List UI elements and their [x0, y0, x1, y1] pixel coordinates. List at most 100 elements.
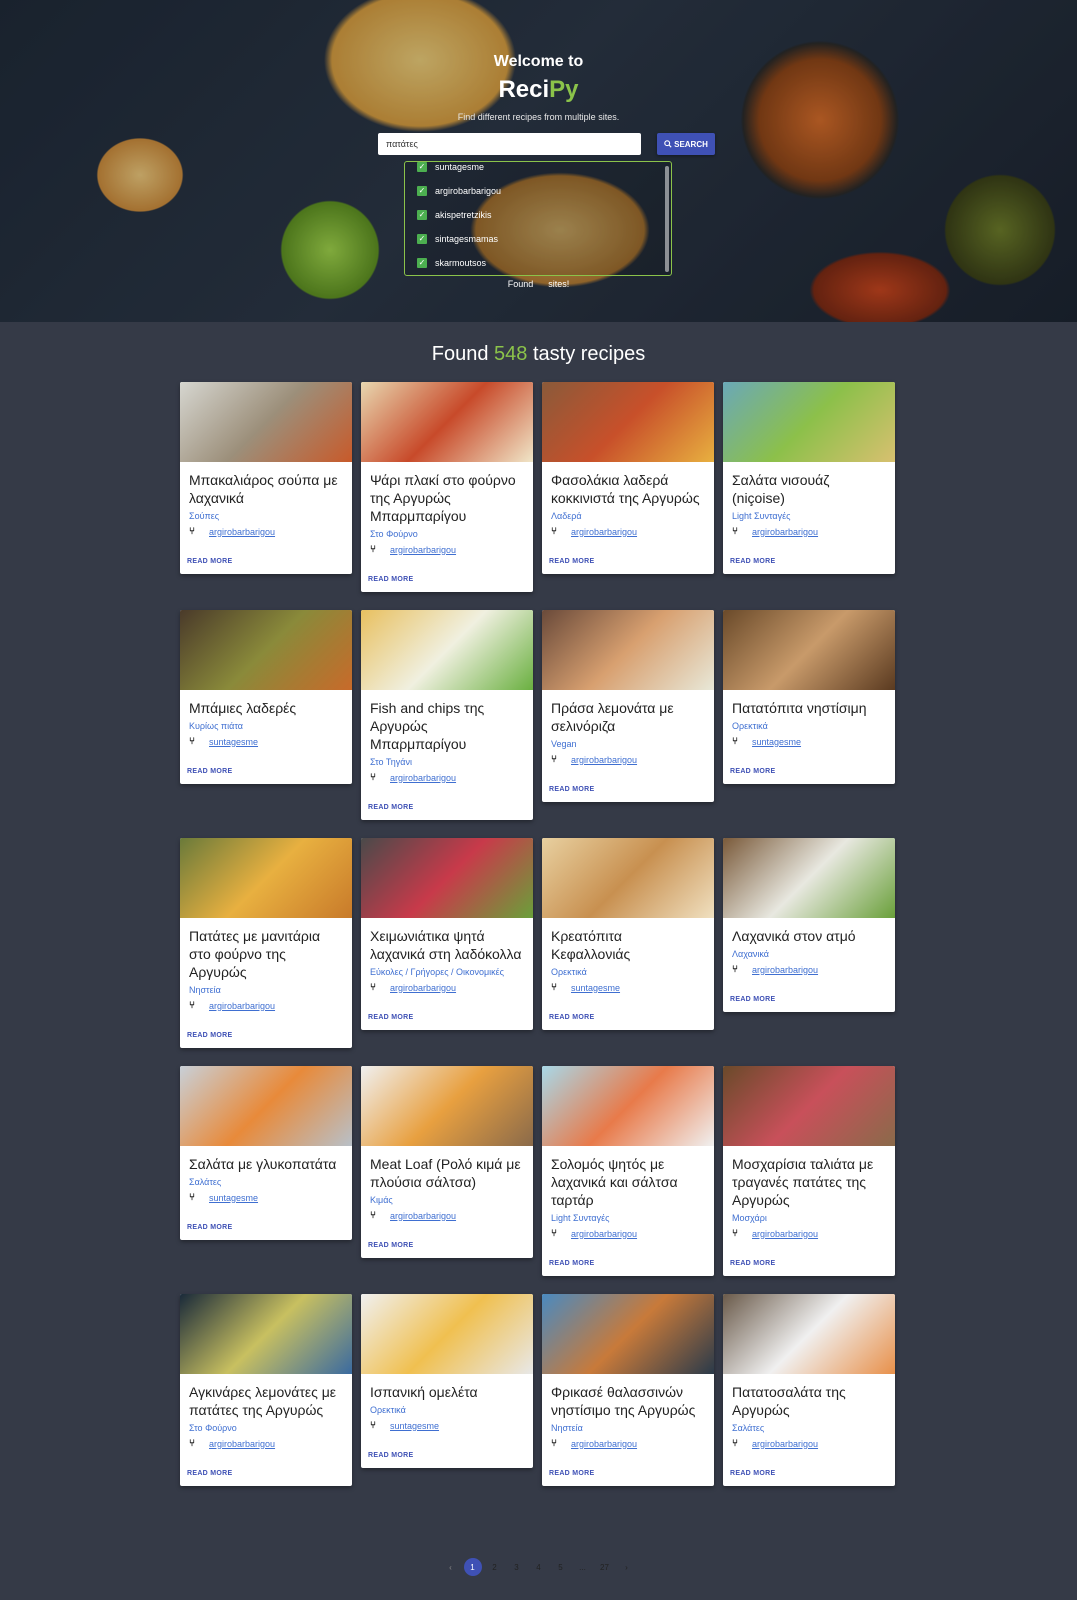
recipe-source-link[interactable]: argirobarbarigou [571, 755, 637, 765]
recipe-card[interactable]: Φρικασέ θαλασσινών νηστίσιμο της Αργυρώς… [542, 1294, 714, 1486]
recipe-card[interactable]: Φασολάκια λαδερά κοκκινιστά της Αργυρώς Λ… [542, 382, 714, 574]
recipe-image[interactable] [361, 610, 533, 690]
site-option[interactable]: ✓ suntagesme [417, 162, 484, 174]
recipe-image[interactable] [542, 838, 714, 918]
recipe-source-link[interactable]: argirobarbarigou [752, 1229, 818, 1239]
recipe-source-link[interactable]: argirobarbarigou [209, 1439, 275, 1449]
read-more-button[interactable]: READ MORE [723, 558, 895, 574]
read-more-button[interactable]: READ MORE [542, 786, 714, 802]
read-more-button[interactable]: READ MORE [723, 1470, 895, 1486]
recipe-card[interactable]: Σαλάτα νισουάζ (niçoise) Light Συνταγές ⑂ a… [723, 382, 895, 574]
recipe-image[interactable] [180, 382, 352, 462]
read-more-button[interactable]: READ MORE [180, 558, 352, 574]
recipe-card[interactable]: Μπάμιες λαδερές Κυρίως πιάτα ⑂ suntagesme RE… [180, 610, 352, 784]
read-more-button[interactable]: READ MORE [723, 996, 895, 1012]
page-button[interactable]: 4 [530, 1558, 548, 1576]
recipe-source-link[interactable]: argirobarbarigou [209, 1001, 275, 1011]
recipe-source-link[interactable]: suntagesme [752, 737, 801, 747]
recipe-source-link[interactable]: argirobarbarigou [571, 1229, 637, 1239]
site-option[interactable]: ✓ akispetretzikis [417, 208, 492, 222]
read-more-button[interactable]: READ MORE [542, 1470, 714, 1486]
search-button[interactable]: SEARCH [657, 133, 715, 155]
recipe-source-link[interactable]: argirobarbarigou [571, 1439, 637, 1449]
recipe-image[interactable] [180, 838, 352, 918]
recipe-image[interactable] [361, 838, 533, 918]
page-button[interactable]: 5 [552, 1558, 570, 1576]
next-page-icon[interactable]: › [618, 1558, 636, 1576]
recipe-image[interactable] [361, 382, 533, 462]
recipe-source-link[interactable]: argirobarbarigou [390, 773, 456, 783]
checkbox-checked-icon[interactable]: ✓ [417, 258, 427, 268]
read-more-button[interactable]: READ MORE [723, 768, 895, 784]
checkbox-checked-icon[interactable]: ✓ [417, 210, 427, 220]
recipe-image[interactable] [723, 610, 895, 690]
recipe-card[interactable]: Σαλάτα με γλυκοπατάτα Σαλάτες ⑂ suntagesme R… [180, 1066, 352, 1240]
recipe-image[interactable] [361, 1294, 533, 1374]
read-more-button[interactable]: READ MORE [723, 1260, 895, 1276]
recipe-source-link[interactable]: suntagesme [390, 1421, 439, 1431]
read-more-button[interactable]: READ MORE [542, 558, 714, 574]
recipe-card[interactable]: Fish and chips της Αργυρώς Μπαρμπαρίγου Σ… [361, 610, 533, 820]
recipe-source-link[interactable]: argirobarbarigou [752, 965, 818, 975]
recipe-image[interactable] [723, 1066, 895, 1146]
recipe-image[interactable] [723, 1294, 895, 1374]
site-filter-list[interactable]: ✓ suntagesme ✓ argirobarbarigou ✓ akispetre… [404, 161, 672, 276]
recipe-card[interactable]: Χειμωνιάτικα ψητά λαχανικά στη λαδόκολλα… [361, 838, 533, 1030]
recipe-card[interactable]: Πράσα λεμονάτα με σελινόριζα Vegan ⑂ argiro… [542, 610, 714, 802]
recipe-source-link[interactable]: argirobarbarigou [571, 527, 637, 537]
read-more-button[interactable]: READ MORE [361, 1014, 533, 1030]
read-more-button[interactable]: READ MORE [361, 1242, 533, 1258]
recipe-image[interactable] [180, 1294, 352, 1374]
search-input[interactable]: πατάτες [378, 133, 641, 155]
site-option[interactable]: ✓ argirobarbarigou [417, 184, 501, 198]
recipe-card[interactable]: Αγκινάρες λεμονάτες με πατάτες της Αργυρ… [180, 1294, 352, 1486]
site-option[interactable]: ✓ sintagesmamas [417, 232, 498, 246]
recipe-card[interactable]: Λαχανικά στον ατμό Λαχανικά ⑂ argirobarbari… [723, 838, 895, 1012]
read-more-button[interactable]: READ MORE [542, 1260, 714, 1276]
recipe-image[interactable] [542, 382, 714, 462]
page-button[interactable]: 27 [596, 1558, 614, 1576]
recipe-source-link[interactable]: argirobarbarigou [390, 1211, 456, 1221]
recipe-card[interactable]: Πατατοσαλάτα της Αργυρώς Σαλάτες ⑂ argiroba… [723, 1294, 895, 1486]
read-more-button[interactable]: READ MORE [361, 804, 533, 820]
recipe-source-link[interactable]: argirobarbarigou [209, 527, 275, 537]
read-more-button[interactable]: READ MORE [180, 1470, 352, 1486]
recipe-card[interactable]: Μπακαλιάρος σούπα με λαχανικά Σούπες ⑂ argi… [180, 382, 352, 574]
recipe-card[interactable]: Σολομός ψητός με λαχανικά και σάλτσα ταρ… [542, 1066, 714, 1276]
read-more-button[interactable]: READ MORE [180, 768, 352, 784]
checkbox-checked-icon[interactable]: ✓ [417, 234, 427, 244]
site-list-scrollbar[interactable] [665, 166, 669, 272]
recipe-image[interactable] [723, 838, 895, 918]
page-button[interactable]: 3 [508, 1558, 526, 1576]
recipe-card[interactable]: Μοσχαρίσια ταλιάτα με τραγανές πατάτες τ… [723, 1066, 895, 1276]
checkbox-checked-icon[interactable]: ✓ [417, 162, 427, 172]
recipe-source-link[interactable]: suntagesme [571, 983, 620, 993]
recipe-image[interactable] [180, 610, 352, 690]
recipe-card[interactable]: Meat Loaf (Ρολό κιμά με πλούσια σάλτσα) Κ… [361, 1066, 533, 1258]
recipe-image[interactable] [361, 1066, 533, 1146]
recipe-source-link[interactable]: argirobarbarigou [752, 527, 818, 537]
recipe-image[interactable] [180, 1066, 352, 1146]
prev-page-icon[interactable]: ‹ [442, 1558, 460, 1576]
recipe-source-link[interactable]: argirobarbarigou [390, 545, 456, 555]
recipe-card[interactable]: Ψάρι πλακί στο φούρνο της Αργυρώς Μπαρμπ… [361, 382, 533, 592]
recipe-image[interactable] [723, 382, 895, 462]
recipe-source-link[interactable]: argirobarbarigou [752, 1439, 818, 1449]
read-more-button[interactable]: READ MORE [180, 1224, 352, 1240]
site-option[interactable]: ✓ skarmoutsos [417, 256, 486, 270]
recipe-image[interactable] [542, 610, 714, 690]
page-button[interactable]: 2 [486, 1558, 504, 1576]
recipe-image[interactable] [542, 1066, 714, 1146]
read-more-button[interactable]: READ MORE [361, 576, 533, 592]
recipe-card[interactable]: Πατατόπιτα νηστίσιμη Ορεκτικά ⑂ suntagesme R… [723, 610, 895, 784]
read-more-button[interactable]: READ MORE [180, 1032, 352, 1048]
page-button[interactable]: 1 [463, 1558, 482, 1576]
recipe-image[interactable] [542, 1294, 714, 1374]
read-more-button[interactable]: READ MORE [361, 1452, 533, 1468]
recipe-card[interactable]: Πατάτες με μανιτάρια στο φούρνο της Αργυ… [180, 838, 352, 1048]
recipe-source-link[interactable]: argirobarbarigou [390, 983, 456, 993]
checkbox-checked-icon[interactable]: ✓ [417, 186, 427, 196]
recipe-card[interactable]: Ισπανική ομελέτα Ορεκτικά ⑂ suntagesme READ … [361, 1294, 533, 1468]
read-more-button[interactable]: READ MORE [542, 1014, 714, 1030]
recipe-source-link[interactable]: suntagesme [209, 1193, 258, 1203]
